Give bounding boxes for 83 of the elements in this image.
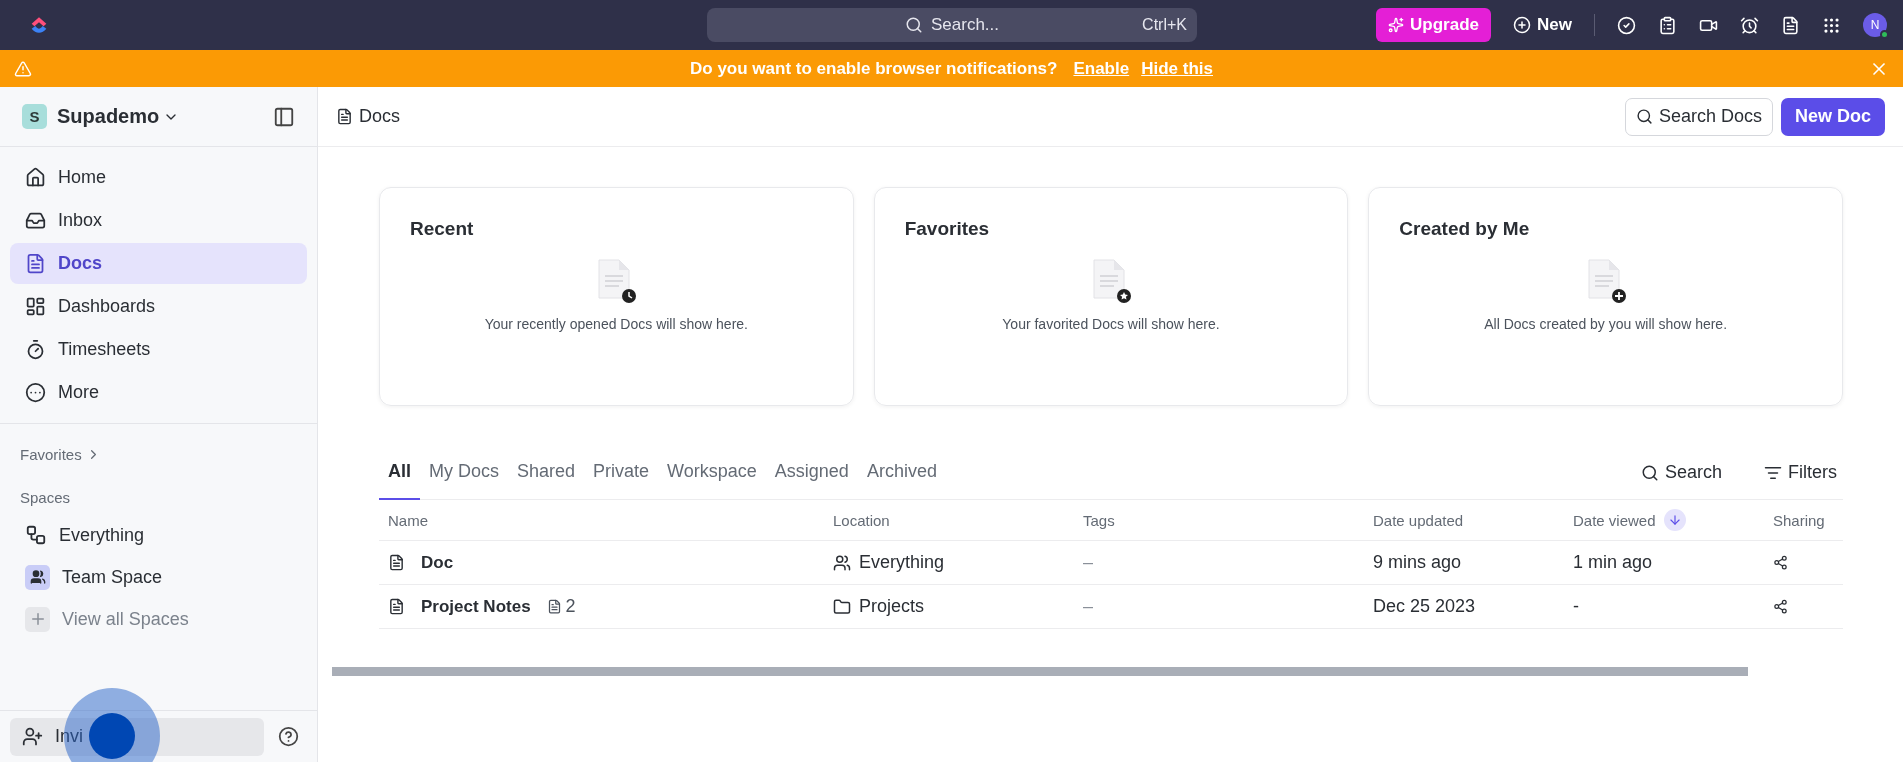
tab[interactable]: My Docs (420, 445, 509, 500)
warning-icon (14, 59, 32, 78)
date-text: 1 min ago (1573, 552, 1653, 573)
ellipsis-icon (25, 382, 46, 403)
space-item[interactable]: Everything (0, 514, 317, 556)
tags-text: – (1083, 596, 1093, 617)
workspace-avatar: S (22, 104, 47, 129)
sidebar-item[interactable]: Timesheets (10, 329, 307, 370)
column-header[interactable]: Date updated (1364, 500, 1564, 541)
doc-name[interactable]: Project Notes (421, 596, 531, 617)
user-plus-icon (22, 726, 43, 747)
empty-message: Your favorited Docs will show here. (1002, 316, 1220, 332)
plus-icon (25, 606, 50, 632)
tab[interactable]: All (379, 445, 420, 500)
filters-button[interactable]: Filters (1758, 461, 1843, 484)
column-header[interactable]: Name (379, 500, 824, 541)
card-title: Favorites (904, 218, 990, 240)
space-item[interactable]: Team Space (0, 556, 317, 598)
search-icon (1640, 463, 1659, 482)
new-doc-button[interactable]: New Doc (1780, 97, 1885, 136)
card-title: Recent (410, 218, 474, 240)
apps-grid-icon[interactable] (1822, 15, 1841, 35)
help-icon[interactable] (278, 726, 299, 747)
shortcut-hint: Ctrl+K (1142, 16, 1187, 34)
check-icon[interactable] (1617, 15, 1636, 35)
workspace-switcher[interactable]: Supademo (57, 105, 180, 128)
location-text: Projects (859, 596, 925, 617)
sidebar-item[interactable]: Inbox (10, 200, 307, 241)
empty-message: Your recently opened Docs will show here. (484, 316, 748, 332)
search-docs-button[interactable]: Search Docs (1624, 97, 1773, 136)
breadcrumb[interactable]: Docs (336, 106, 400, 127)
search-icon (904, 16, 923, 34)
tab[interactable]: Assigned (765, 445, 858, 500)
doc-name[interactable]: Doc (421, 552, 454, 573)
date-text: 9 mins ago (1373, 552, 1462, 573)
empty-message: All Docs created by you will show here. (1484, 316, 1728, 332)
home-icon (25, 167, 46, 188)
space-item[interactable]: View all Spaces (0, 598, 317, 640)
tab[interactable]: Private (584, 445, 659, 500)
plus-icon (1513, 16, 1532, 34)
document-icon (388, 554, 405, 571)
date-text: - (1573, 596, 1579, 617)
section-heading: Spaces (19, 489, 72, 506)
document-icon[interactable] (1781, 15, 1800, 35)
stopwatch-icon (25, 339, 46, 360)
document-icon (25, 253, 46, 274)
favorites-section[interactable]: Favorites (0, 446, 317, 463)
column-header[interactable]: Sharing (1764, 500, 1843, 541)
share-icon[interactable] (1773, 555, 1788, 570)
sparkle-icon (1388, 17, 1405, 33)
sidebar-item[interactable]: More (10, 372, 307, 413)
tab[interactable]: Workspace (658, 445, 766, 500)
location-text: Everything (859, 552, 945, 573)
date-text: Dec 25 2023 (1373, 596, 1476, 617)
folder-icon (833, 597, 851, 616)
sidebar-item[interactable]: Home (10, 157, 307, 198)
banner-message: Do you want to enable browser notifications? (690, 58, 1058, 79)
new-button[interactable]: New (1513, 15, 1572, 35)
user-avatar[interactable]: N (1863, 13, 1887, 37)
people-icon (833, 553, 851, 572)
tags-text: – (1083, 552, 1093, 573)
search-button[interactable]: Search (1634, 461, 1728, 484)
team-icon (25, 564, 50, 590)
card-title: Created by Me (1399, 218, 1530, 240)
sidebar-item[interactable]: Dashboards (10, 286, 307, 327)
column-header[interactable]: Date viewed (1564, 500, 1764, 541)
tab[interactable]: Archived (857, 445, 946, 500)
share-icon[interactable] (1773, 599, 1788, 614)
document-icon (388, 598, 405, 615)
alarm-clock-icon[interactable] (1740, 15, 1759, 35)
column-header[interactable]: Tags (1074, 500, 1364, 541)
inbox-icon (25, 210, 46, 231)
column-header[interactable]: Location (824, 500, 1074, 541)
clipboard-icon[interactable] (1658, 15, 1677, 35)
search-icon (1635, 108, 1653, 125)
tab[interactable]: Shared (508, 445, 585, 500)
subpage-count: 2 (546, 596, 576, 617)
chart-icon (25, 296, 46, 317)
search-field[interactable]: Search... Ctrl+K (707, 8, 1197, 42)
document-icon (336, 108, 353, 125)
sidebar-item[interactable]: Docs (10, 243, 307, 284)
sidebar-toggle-icon[interactable] (273, 105, 295, 128)
upgrade-button[interactable]: Upgrade (1376, 8, 1492, 42)
